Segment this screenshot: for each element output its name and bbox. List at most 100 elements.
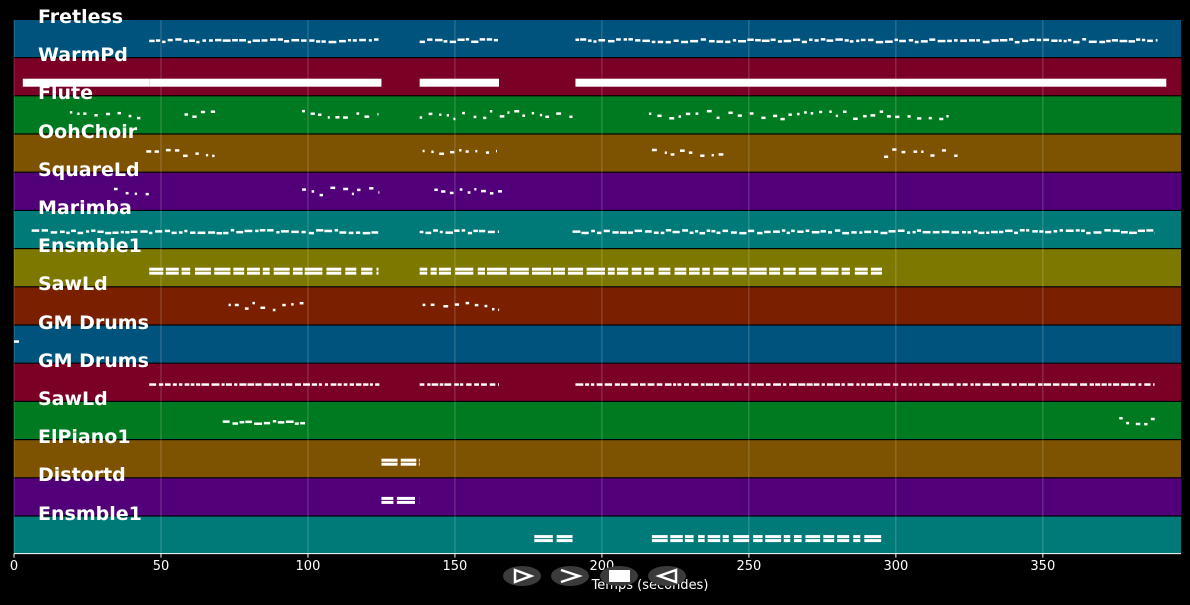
play-button[interactable] — [503, 566, 541, 586]
note — [1121, 383, 1129, 386]
note — [292, 271, 303, 275]
note-bar — [419, 78, 500, 87]
track-label: Marimba — [38, 197, 132, 219]
note — [948, 383, 954, 386]
note — [239, 383, 247, 386]
note — [281, 383, 285, 386]
note — [270, 38, 277, 41]
note — [868, 38, 874, 42]
note — [1080, 383, 1088, 386]
note — [368, 39, 372, 42]
x-tick-label: 300 — [883, 559, 909, 574]
note — [828, 231, 833, 234]
note — [821, 271, 839, 275]
note — [670, 535, 683, 539]
note-region — [575, 78, 1167, 87]
back-button[interactable] — [648, 566, 686, 586]
note — [607, 267, 615, 271]
note — [149, 267, 164, 271]
note — [351, 192, 354, 196]
note-region — [149, 78, 382, 87]
note — [841, 267, 850, 271]
note — [1093, 231, 1102, 234]
note — [939, 117, 944, 121]
note — [233, 271, 245, 275]
note — [837, 539, 850, 543]
note — [172, 383, 177, 386]
note — [781, 229, 786, 232]
note — [362, 231, 371, 235]
note — [553, 267, 565, 271]
note — [112, 231, 119, 234]
note — [1106, 39, 1111, 43]
note — [702, 267, 710, 271]
note — [658, 271, 671, 275]
note — [756, 383, 764, 386]
piano-roll-view — [13, 20, 1181, 558]
note — [216, 231, 223, 235]
note — [113, 187, 118, 191]
note — [607, 39, 615, 43]
note — [316, 229, 324, 232]
note — [348, 231, 354, 235]
note — [473, 115, 477, 119]
note — [149, 383, 157, 386]
stop-button[interactable] — [600, 566, 638, 586]
forward-button[interactable] — [551, 566, 589, 586]
note — [793, 535, 802, 539]
note — [1126, 421, 1130, 425]
note — [158, 383, 164, 386]
note — [706, 229, 711, 232]
track-label: Fretless — [38, 6, 124, 28]
note — [805, 535, 821, 539]
note — [743, 383, 749, 386]
note — [1022, 39, 1029, 43]
note — [665, 229, 672, 232]
note — [664, 151, 667, 154]
note — [301, 230, 306, 234]
note — [1061, 383, 1069, 386]
note — [631, 271, 642, 275]
note — [698, 539, 705, 543]
note — [545, 115, 550, 119]
note — [603, 229, 610, 233]
note — [14, 340, 19, 343]
note — [1014, 40, 1020, 44]
note — [783, 39, 792, 43]
note — [200, 110, 206, 114]
note — [1008, 38, 1014, 41]
note — [753, 539, 763, 543]
note — [581, 231, 589, 235]
note — [607, 271, 615, 275]
note — [788, 113, 792, 116]
note — [60, 230, 65, 234]
note — [439, 113, 442, 116]
note — [556, 112, 562, 115]
note — [814, 39, 819, 42]
note — [194, 267, 211, 271]
note — [976, 39, 980, 42]
note — [162, 40, 166, 44]
note — [870, 267, 882, 271]
note — [484, 304, 488, 308]
note — [941, 149, 947, 152]
note — [873, 230, 879, 233]
note — [183, 40, 188, 43]
note — [208, 231, 216, 234]
note — [681, 40, 689, 44]
note-bar — [149, 78, 382, 87]
track-label: Flute — [38, 82, 93, 105]
note — [1112, 383, 1120, 386]
track-lane — [14, 287, 1181, 325]
track-label: OohChoir — [38, 120, 138, 143]
note — [295, 383, 301, 386]
note — [309, 39, 315, 42]
note — [465, 301, 470, 305]
note — [1063, 39, 1067, 43]
note — [487, 271, 507, 275]
note — [343, 187, 349, 191]
note — [86, 230, 90, 233]
note — [455, 271, 474, 275]
note — [999, 230, 1004, 234]
note — [531, 111, 535, 115]
